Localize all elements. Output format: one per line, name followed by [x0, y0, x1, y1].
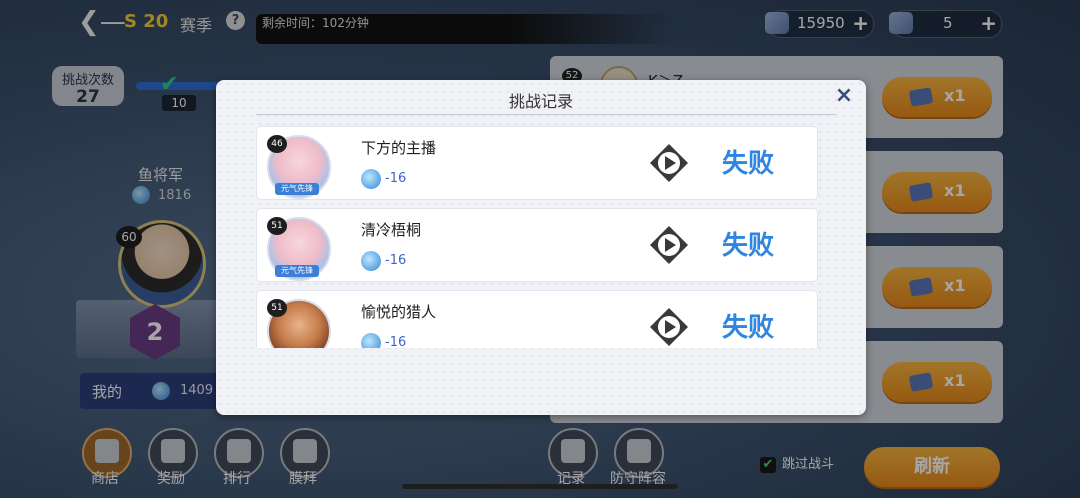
close-icon[interactable]: × — [832, 84, 856, 108]
points-change: -16 — [385, 335, 407, 348]
record-list[interactable]: 46 元气先锋 下方的主播 -16 失败 51 元气先锋 清冷梧桐 -16 失败… — [256, 126, 818, 348]
result-text: 失败 — [722, 313, 775, 343]
modal-title: 挑战记录 — [508, 92, 573, 111]
player-level-badge: 51 — [267, 299, 287, 317]
replay-play-icon[interactable] — [649, 307, 689, 347]
replay-play-icon[interactable] — [649, 143, 689, 183]
challenge-record-modal: 挑战记录 × 46 元气先锋 下方的主播 -16 失败 51 元气先锋 清冷梧桐… — [216, 80, 866, 415]
record-row: 51 愉悦的猎人 -16 失败 — [256, 290, 818, 348]
replay-play-icon[interactable] — [649, 225, 689, 265]
title-divider — [256, 114, 836, 115]
points-change: -16 — [385, 171, 407, 186]
points-orb-icon — [361, 251, 381, 271]
points-change: -16 — [385, 253, 407, 268]
record-row: 46 元气先锋 下方的主播 -16 失败 — [256, 126, 818, 200]
player-name: 愉悦的猎人 — [361, 303, 437, 321]
player-name: 清冷梧桐 — [361, 221, 422, 239]
player-tag: 元气先锋 — [275, 183, 319, 195]
home-indicator[interactable] — [402, 484, 678, 489]
record-row: 51 元气先锋 清冷梧桐 -16 失败 — [256, 208, 818, 282]
player-name: 下方的主播 — [361, 139, 437, 157]
player-tag: 元气先锋 — [275, 265, 319, 277]
result-text: 失败 — [722, 149, 775, 179]
player-level-badge: 46 — [267, 135, 287, 153]
result-text: 失败 — [722, 231, 775, 261]
points-orb-icon — [361, 333, 381, 348]
points-orb-icon — [361, 169, 381, 189]
player-level-badge: 51 — [267, 217, 287, 235]
